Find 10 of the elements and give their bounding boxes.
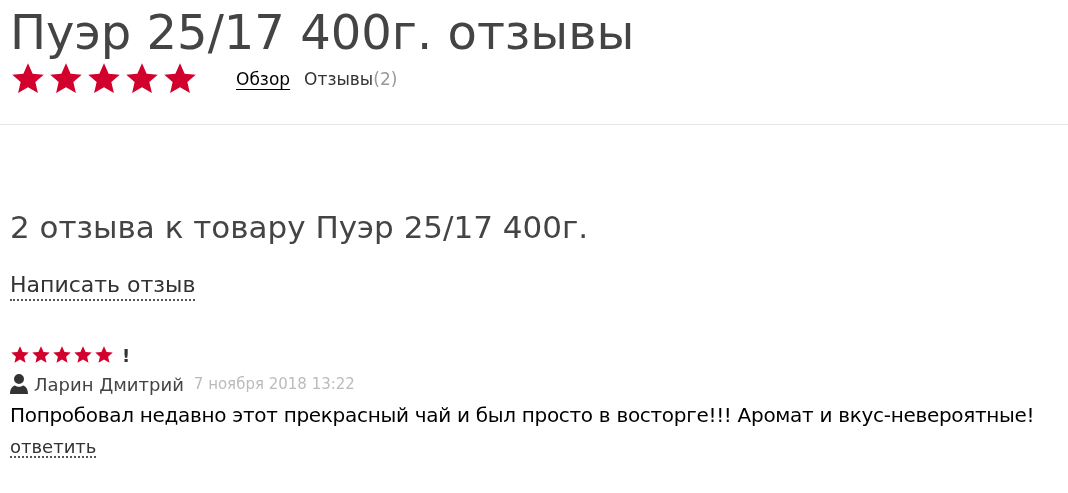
user-icon [10, 374, 28, 395]
review-title: ! [122, 344, 131, 366]
author-name: Ларин Дмитрий [34, 373, 184, 395]
review-text: Попробовал недавно этот прекрасный чай и был просто в восторге!!! Аромат и вкус-невероятные! [10, 402, 1036, 427]
review-date: 7 ноября 2018 13:22 [193, 375, 355, 394]
reviews-heading: 2 отзыва к товару Пуэр 25/17 400г. [10, 209, 590, 247]
tab[interactable]: Отзывы(2) [304, 69, 398, 89]
reply-link[interactable]: ответить [10, 436, 97, 459]
tab[interactable]: Обзор [236, 69, 291, 89]
write-review-link[interactable]: Написать отзыв [10, 272, 196, 301]
